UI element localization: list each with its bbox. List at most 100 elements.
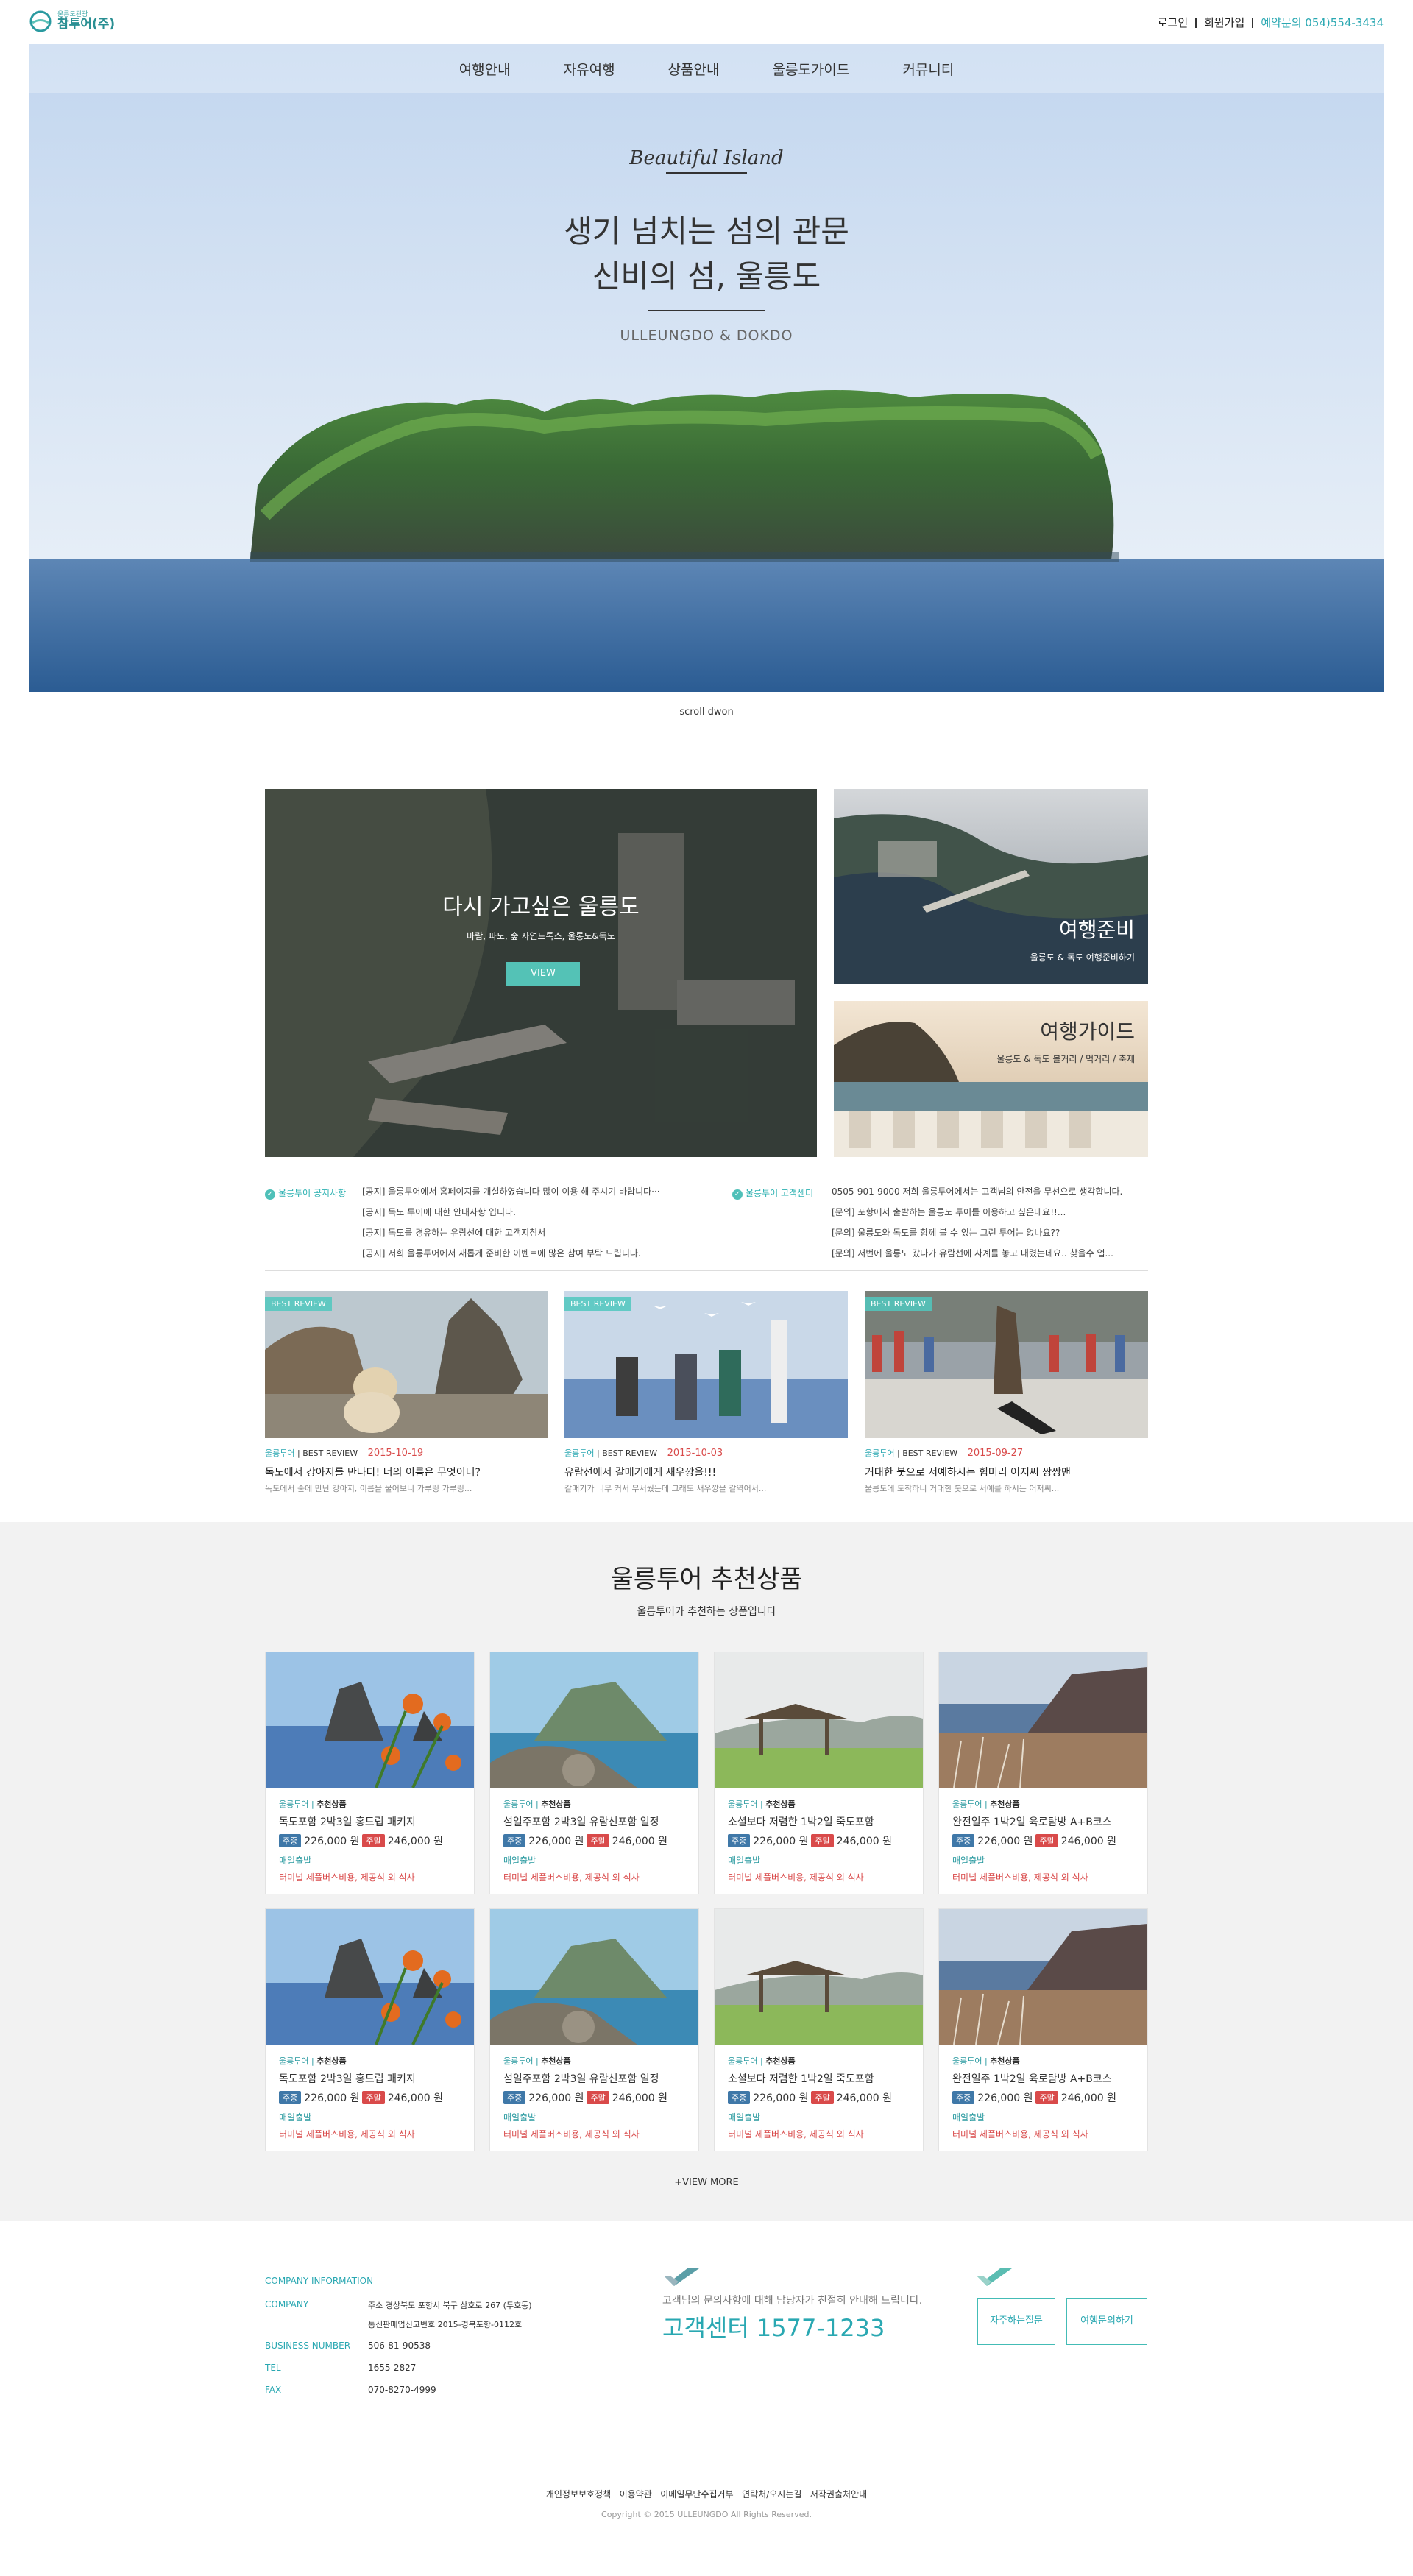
- product-note: 터미널 세플버스비용, 제공식 외 식사: [503, 2129, 640, 2140]
- weekday-badge: 주중: [503, 1834, 526, 1847]
- footer-links: 개인정보보호정책 이용약관 이메일무단수집거부 연락처/오시는길 저작권출처안내: [0, 2488, 1413, 2500]
- best-review-tag: BEST REVIEW: [865, 1297, 932, 1311]
- review-card[interactable]: BEST REVIEW 울릉투어 | BEST REVIEW 2015-10-0…: [564, 1291, 848, 1512]
- divider: [1195, 17, 1197, 28]
- travel-prep-card[interactable]: 여행준비 울릉도 & 독도 여행준비하기: [834, 789, 1148, 984]
- notice-item[interactable]: [공지] 독도를 경유하는 유람선에 대한 고객지침서: [362, 1222, 686, 1243]
- notice-item[interactable]: [공지] 울릉투어에서 홈페이지를 개설하였습니다 많이 이용 해 주시기 바랍…: [362, 1181, 686, 1202]
- hero-script-title: Beautiful Island: [629, 147, 784, 169]
- footer-link-privacy[interactable]: 개인정보보호정책: [546, 2489, 611, 2499]
- footer-link-email-policy[interactable]: 이메일무단수집거부: [660, 2489, 733, 2499]
- product-note: 터미널 세플버스비용, 제공식 외 식사: [503, 1872, 640, 1883]
- review-date: 2015-09-27: [967, 1448, 1024, 1459]
- nav-item-free-travel[interactable]: 자유여행: [537, 44, 642, 93]
- weekend-badge: 주말: [362, 2091, 385, 2104]
- business-number-value: 506-81-90538: [368, 2340, 431, 2351]
- review-type: BEST REVIEW: [302, 1448, 358, 1458]
- tel-value: 1655-2827: [368, 2363, 417, 2373]
- weekend-price: 246,000 원: [387, 1836, 443, 1847]
- product-card[interactable]: 울릉투어 | 추천상품 섬일주포함 2박3일 유람선포함 일정 주중 226,000 …: [489, 1908, 699, 2151]
- travel-guide-subtitle: 울릉도 & 독도 볼거리 / 먹거리 / 축제: [996, 1054, 1135, 1064]
- inquiry-item[interactable]: [문의] 포항에서 출발하는 울릉도 투어를 이용하고 싶은데요!!...: [832, 1202, 1148, 1222]
- customer-center-label[interactable]: 울릉투어 고객센터: [746, 1188, 813, 1198]
- product-brand: 울릉투어: [728, 2056, 758, 2066]
- footer-link-contact[interactable]: 연락처/오시는길: [742, 2489, 801, 2499]
- signup-link[interactable]: 회원가입: [1204, 15, 1244, 30]
- weekend-badge: 주말: [1035, 2091, 1058, 2104]
- notice-label[interactable]: 울릉투어 공지사항: [278, 1188, 346, 1198]
- notice-item[interactable]: [공지] 저희 울릉투어에서 새롭게 준비한 이벤트에 많은 참여 부탁 드립니…: [362, 1243, 686, 1264]
- review-card[interactable]: BEST REVIEW 울릉투어 | BEST REVIEW 2015-09-2…: [865, 1291, 1148, 1512]
- view-button[interactable]: VIEW: [506, 962, 580, 986]
- nav-item-products[interactable]: 상품안내: [642, 44, 746, 93]
- product-card[interactable]: 울릉투어 | 추천상품 완전일주 1박2일 육로탐방 A+B코스 주중 226,000…: [938, 1908, 1148, 2151]
- weekend-price: 246,000 원: [1060, 2092, 1116, 2104]
- fax-label: FAX: [265, 2385, 282, 2395]
- product-name[interactable]: 섬일주포함 2박3일 유람선포함 일정: [503, 2071, 691, 2086]
- review-title[interactable]: 독도에서 강아지를 만나다! 너의 이름은 무엇이니?: [265, 1465, 481, 1479]
- travel-prep-title: 여행준비: [1058, 918, 1135, 942]
- product-card[interactable]: 울릉투어 | 추천상품 소셜보다 저렴한 1박2일 죽도포함 주중 226,000 원…: [714, 1652, 924, 1894]
- inquiry-item[interactable]: [문의] 저번에 울릉도 갔다가 유람선에 사계를 놓고 내렸는데요.. 찾을수…: [832, 1243, 1148, 1264]
- product-note: 터미널 세플버스비용, 제공식 외 식사: [952, 1872, 1088, 1883]
- product-card[interactable]: 울릉투어 | 추천상품 소셜보다 저렴한 1박2일 죽도포함 주중 226,000 원…: [714, 1908, 924, 2151]
- review-title[interactable]: 유람선에서 갈매기에게 새우깡을!!!: [564, 1465, 716, 1479]
- nav-item-community[interactable]: 커뮤니티: [876, 44, 980, 93]
- inquiry-item[interactable]: [문의] 울릉도와 독도를 함께 볼 수 있는 그런 투어는 없나요??: [832, 1222, 1148, 1243]
- faq-button[interactable]: 자주하는질문: [977, 2298, 1055, 2345]
- product-name[interactable]: 섬일주포함 2박3일 유람선포함 일정: [503, 1814, 691, 1829]
- feature-main-card[interactable]: 다시 가고싶은 울릉도 바람, 파도, 숲 자연드톡스, 울롱도&독도 VIEW: [265, 789, 817, 1157]
- weekday-badge: 주중: [503, 2091, 526, 2104]
- hero-island-image: [29, 44, 1384, 692]
- view-more-link[interactable]: +VIEW MORE: [0, 2177, 1413, 2188]
- review-desc: 독도에서 숲에 만난 강아지, 이름을 물어보니 가루링 가루링...: [265, 1484, 472, 1493]
- review-title[interactable]: 거대한 붓으로 서예하시는 힘머리 어저씨 짱짱맨: [865, 1465, 1071, 1479]
- notice-item[interactable]: [공지] 독도 투어에 대한 안내사항 입니다.: [362, 1202, 686, 1222]
- product-name[interactable]: 완전일주 1박2일 육로탐방 A+B코스: [952, 2071, 1140, 2086]
- company-info-heading: COMPANY INFORMATION: [265, 2276, 374, 2286]
- nav-item-travel-info[interactable]: 여행안내: [433, 44, 537, 93]
- company-label: COMPANY: [265, 2299, 309, 2310]
- product-brand: 울릉투어: [728, 1800, 758, 1809]
- weekday-badge: 주중: [952, 2091, 975, 2104]
- recommend-title: 울릉투어 추천상품: [610, 1565, 803, 1594]
- inquiry-item[interactable]: 0505-901-9000 저희 울릉투어에서는 고객님의 안전을 무선으로 생…: [832, 1181, 1148, 1202]
- product-card[interactable]: 울릉투어 | 추천상품 독도포함 2박3일 홍드립 패키지 주중 226,000 원주…: [265, 1652, 475, 1894]
- product-note: 터미널 세플버스비용, 제공식 외 식사: [279, 2129, 415, 2140]
- weekday-badge: 주중: [728, 2091, 751, 2104]
- product-card[interactable]: 울릉투어 | 추천상품 독도포함 2박3일 홍드립 패키지 주중 226,000 원주…: [265, 1908, 475, 2151]
- product-image: [939, 1652, 1147, 1788]
- travel-guide-card[interactable]: 여행가이드 울릉도 & 독도 볼거리 / 먹거리 / 축제: [834, 1001, 1148, 1157]
- product-name[interactable]: 독도포함 2박3일 홍드립 패키지: [279, 1814, 467, 1829]
- login-link[interactable]: 로그인: [1158, 15, 1188, 30]
- logo[interactable]: 울릉도관광 참투어(주): [29, 10, 115, 32]
- product-name[interactable]: 독도포함 2박3일 홍드립 패키지: [279, 2071, 467, 2086]
- check-mark-icon: [977, 2268, 1012, 2286]
- product-category: 추천상품: [316, 1800, 347, 1809]
- weekday-price: 226,000 원: [977, 1836, 1033, 1847]
- hero-divider: [666, 172, 747, 174]
- review-card[interactable]: BEST REVIEW 울릉투어 | BEST REVIEW 2015-10-1…: [265, 1291, 548, 1512]
- travel-prep-subtitle: 울릉도 & 독도 여행준비하기: [1030, 952, 1135, 963]
- review-date: 2015-10-03: [667, 1448, 723, 1459]
- product-departure: 매일출발: [503, 1855, 536, 1866]
- logo-icon: [29, 10, 52, 32]
- product-category: 추천상품: [316, 2056, 347, 2066]
- scroll-down-label[interactable]: scroll dwon: [0, 707, 1413, 718]
- footer-link-copyright-source[interactable]: 저작권출처안내: [810, 2489, 867, 2499]
- nav-item-guide[interactable]: 울릉도가이드: [746, 44, 876, 93]
- footer-link-terms[interactable]: 이용약관: [620, 2489, 652, 2499]
- inquiry-button[interactable]: 여행문의하기: [1066, 2298, 1147, 2345]
- product-card[interactable]: 울릉투어 | 추천상품 섬일주포함 2박3일 유람선포함 일정 주중 226,000 …: [489, 1652, 699, 1894]
- weekend-badge: 주말: [362, 1834, 385, 1847]
- product-name[interactable]: 소셜보다 저렴한 1박2일 죽도포함: [728, 2071, 916, 2086]
- product-name[interactable]: 완전일주 1박2일 육로탐방 A+B코스: [952, 1814, 1140, 1829]
- product-name[interactable]: 소셜보다 저렴한 1박2일 죽도포함: [728, 1814, 916, 1829]
- weekend-badge: 주말: [811, 1834, 834, 1847]
- product-brand: 울릉투어: [279, 1800, 309, 1809]
- weekend-badge: 주말: [587, 2091, 609, 2104]
- product-card[interactable]: 울릉투어 | 추천상품 완전일주 1박2일 육로탐방 A+B코스 주중 226,000…: [938, 1652, 1148, 1894]
- weekday-price: 226,000 원: [304, 1836, 360, 1847]
- weekday-price: 226,000 원: [528, 1836, 584, 1847]
- hero-title-line1: 생기 넘치는 섬의 관문: [564, 213, 849, 250]
